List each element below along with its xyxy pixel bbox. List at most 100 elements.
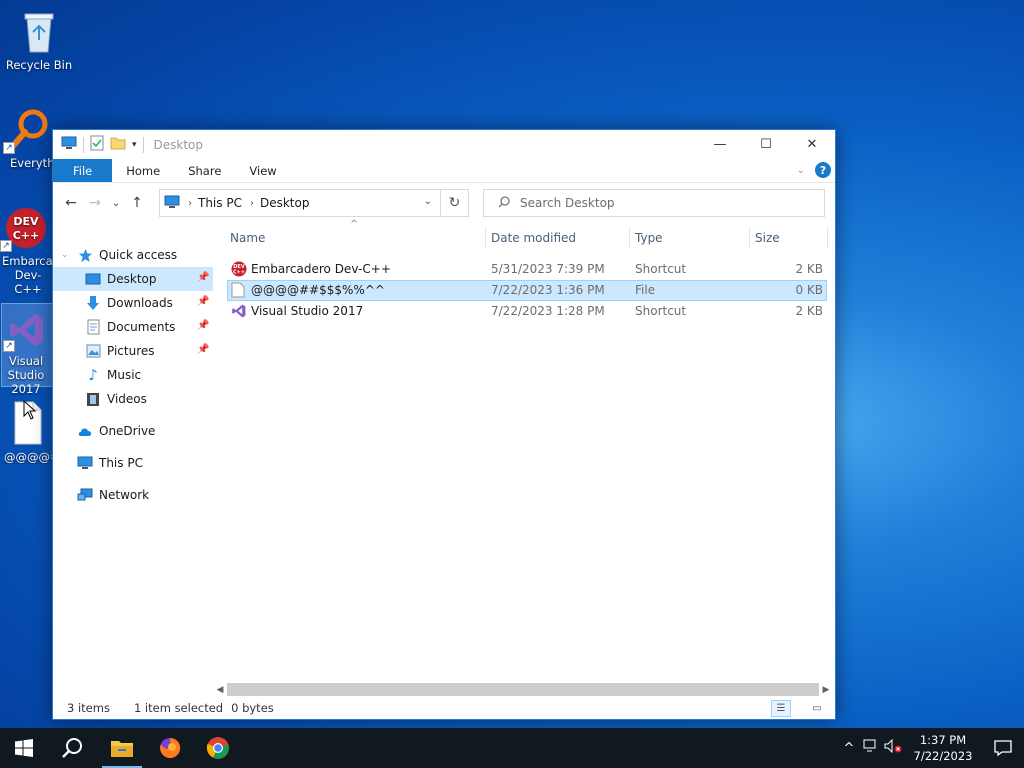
shortcut-arrow-icon: ↗ (3, 340, 15, 352)
selection-size: 0 bytes (231, 701, 274, 715)
sidebar-item-label: Desktop (107, 272, 157, 286)
start-button[interactable] (0, 728, 48, 768)
sidebar-item-desktop[interactable]: Desktop 📌 (53, 267, 213, 291)
customize-toolbar-chevron-icon[interactable]: ▾ (132, 140, 137, 150)
column-divider[interactable] (629, 227, 630, 249)
tab-view[interactable]: View (235, 159, 290, 182)
search-button[interactable] (48, 728, 96, 768)
scroll-left-icon[interactable]: ◀ (213, 685, 227, 695)
file-date: 5/31/2023 7:39 PM (491, 262, 605, 276)
file-date: 7/22/2023 1:36 PM (491, 283, 605, 297)
back-button[interactable]: ← (59, 195, 83, 211)
clock-date: 7/22/2023 (913, 749, 973, 763)
address-bar[interactable]: › This PC › Desktop ⌄ (159, 189, 441, 217)
search-icon (62, 738, 82, 758)
title-bar[interactable]: ▾ Desktop — ☐ ✕ (53, 130, 835, 159)
sidebar-item-downloads[interactable]: Downloads 📌 (53, 291, 213, 315)
sidebar-item-label: Videos (107, 392, 147, 406)
sidebar-item-this-pc[interactable]: This PC (53, 451, 213, 475)
properties-icon[interactable] (90, 135, 104, 154)
recycle-bin-icon (19, 8, 59, 54)
scroll-track[interactable] (227, 683, 819, 696)
column-header-size[interactable]: Size (755, 231, 780, 245)
svg-text:DEV: DEV (13, 215, 39, 228)
sidebar-item-videos[interactable]: Videos (53, 387, 213, 411)
expand-ribbon-chevron-icon[interactable]: ⌄ (797, 165, 805, 176)
system-clock[interactable]: 1:37 PM 7/22/2023 (904, 732, 982, 764)
file-date: 7/22/2023 1:28 PM (491, 304, 605, 318)
maximize-button[interactable]: ☐ (743, 130, 789, 159)
pin-icon: 📌 (197, 344, 210, 355)
separator (83, 136, 84, 153)
sidebar-item-onedrive[interactable]: OneDrive (53, 419, 213, 443)
horizontal-scrollbar[interactable]: ◀ ▶ (213, 681, 833, 698)
downloads-icon (85, 295, 101, 311)
breadcrumb-this-pc[interactable]: This PC (198, 196, 242, 210)
column-header-date[interactable]: Date modified (491, 231, 576, 245)
desktop-icon-devcpp[interactable]: DEV C++ ↗ Embarcadero Dev-C++ (0, 206, 56, 296)
sidebar-item-pictures[interactable]: Pictures 📌 (53, 339, 213, 363)
sidebar-item-label: Network (99, 488, 150, 502)
quick-access-label: Quick access (99, 248, 178, 262)
visual-studio-icon: ↗ (3, 310, 47, 352)
sidebar-item-network[interactable]: Network (53, 483, 213, 507)
tab-home[interactable]: Home (112, 159, 174, 182)
tab-file[interactable]: File (53, 159, 113, 182)
sidebar-item-music[interactable]: ♪ Music (53, 363, 213, 387)
column-divider[interactable] (749, 227, 750, 249)
breadcrumb-desktop[interactable]: Desktop (260, 196, 310, 210)
tab-share[interactable]: Share (174, 159, 235, 182)
computer-icon (164, 195, 180, 212)
desktop-icon-visual-studio[interactable]: ↗ Visual Studio 2017 (1, 303, 53, 396)
file-name: Embarcadero Dev-C++ (251, 262, 391, 276)
table-row[interactable]: DEV C++ Embarcadero Dev-C++ 5/31/2023 7:3… (227, 259, 827, 280)
new-folder-icon[interactable] (110, 136, 126, 153)
expand-chevron-icon[interactable]: ⌄ (61, 250, 69, 260)
action-center-button[interactable] (982, 740, 1024, 756)
file-name: Visual Studio 2017 (251, 304, 364, 318)
address-dropdown-chevron-icon[interactable]: ⌄ (424, 196, 432, 207)
taskbar-file-explorer[interactable] (98, 728, 146, 768)
ribbon-tabs: File Home Share View ⌄ ? (53, 159, 835, 183)
scroll-right-icon[interactable]: ▶ (819, 685, 833, 695)
minimize-button[interactable]: — (697, 130, 743, 159)
column-header-name[interactable]: Name (230, 231, 265, 245)
table-row[interactable]: Visual Studio 2017 7/22/2023 1:28 PM Sho… (227, 301, 827, 322)
breadcrumb-separator-icon[interactable]: › (250, 198, 254, 209)
sidebar-item-label: This PC (99, 456, 143, 470)
taskbar-chrome[interactable] (194, 728, 242, 768)
desktop-icon-label: Recycle Bin (5, 58, 73, 72)
table-row[interactable]: @@@@##$$$%%^^ 7/22/2023 1:36 PM File 0 K… (227, 280, 827, 301)
desktop-icon-label: @@@@##$$$%%^^ (4, 450, 52, 464)
file-explorer-window: ▾ Desktop — ☐ ✕ File Home Share View ⌄ ?… (52, 129, 836, 720)
file-type: File (635, 283, 656, 297)
help-button[interactable]: ? (815, 162, 831, 178)
scroll-thumb[interactable] (227, 683, 819, 696)
column-divider[interactable] (485, 227, 486, 249)
search-input[interactable]: Search Desktop (520, 196, 615, 210)
close-button[interactable]: ✕ (789, 130, 835, 159)
refresh-button[interactable]: ↻ (441, 189, 469, 217)
column-header-type[interactable]: Type (635, 231, 663, 245)
music-icon: ♪ (88, 366, 98, 384)
up-button[interactable]: ↑ (125, 195, 149, 211)
chrome-icon (206, 737, 229, 759)
recent-locations-button[interactable]: ⌄ (107, 198, 125, 209)
network-status-icon[interactable] (860, 739, 882, 757)
window-controls: — ☐ ✕ (697, 130, 835, 159)
column-divider[interactable] (827, 227, 828, 249)
details-view-icon[interactable]: ☰ (771, 700, 791, 717)
desktop-icon-recycle-bin[interactable]: Recycle Bin (0, 8, 78, 72)
show-hidden-icons-chevron-icon[interactable]: ^ (838, 741, 860, 756)
taskbar: ^ 1:37 PM 7/22/2023 (0, 728, 1024, 768)
quick-access-item[interactable]: ⌄ Quick access (53, 243, 213, 267)
breadcrumb-separator-icon[interactable]: › (188, 198, 192, 209)
large-icons-view-icon[interactable]: ▭ (807, 700, 827, 717)
forward-button[interactable]: → (83, 195, 107, 211)
navigation-bar: ← → ⌄ ↑ › This PC › Desktop ⌄ ↻ Search D… (53, 183, 835, 223)
sidebar-item-documents[interactable]: Documents 📌 (53, 315, 213, 339)
computer-icon (61, 136, 77, 153)
volume-muted-icon[interactable] (882, 738, 904, 757)
taskbar-firefox[interactable] (146, 728, 194, 768)
search-box[interactable]: Search Desktop (483, 189, 825, 217)
